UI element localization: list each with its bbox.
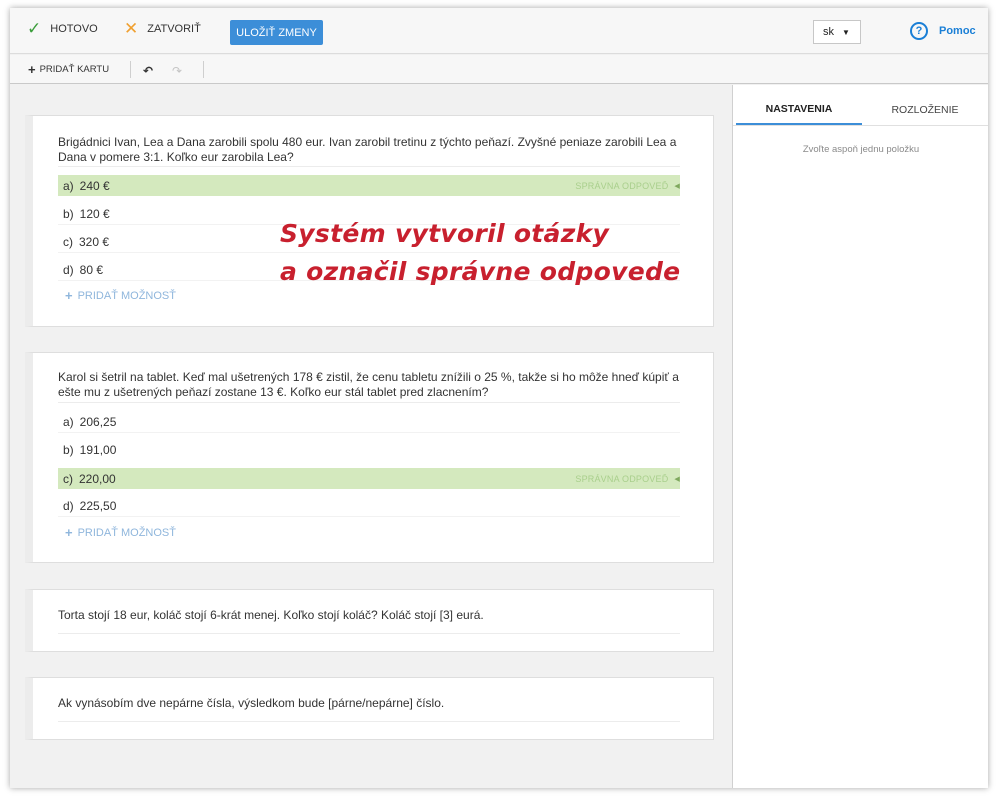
answer-option[interactable]: d) 225,50 [58, 495, 680, 516]
divider [58, 633, 680, 634]
add-option-label: PRIDAŤ MOŽNOSŤ [77, 527, 176, 539]
language-value: sk [823, 26, 834, 38]
answer-letter: b) [63, 442, 74, 457]
app-window: ✓ HOTOVO ✕ ZATVORIŤ ULOŽIŤ ZMENY sk ▼ ? … [10, 8, 988, 788]
card-list: Brigádnici Ivan, Lea a Dana zarobili spo… [10, 85, 732, 788]
answer-text[interactable]: 206,25 [80, 415, 117, 429]
answer-letter: a) [63, 414, 74, 429]
help-label: Pomoc [939, 25, 976, 37]
answer-letter: c) [63, 234, 73, 249]
answer-text[interactable]: 240 € [80, 179, 110, 193]
plus-icon: + [65, 525, 73, 540]
tab-settings[interactable]: NASTAVENIA [736, 95, 862, 125]
check-icon: ✓ [27, 19, 42, 38]
answer-option[interactable]: b) 191,00 [58, 439, 680, 460]
answer-option[interactable]: a) 240 € SPRÁVNA ODPOVEĎ ◀ [58, 175, 680, 196]
plus-icon: + [65, 288, 73, 303]
help-link[interactable]: ? Pomoc [910, 22, 976, 40]
question-card-2[interactable]: Karol si šetril na tablet. Keď mal ušetr… [25, 352, 714, 563]
answer-letter: d) [63, 498, 74, 513]
answer-text[interactable]: 225,50 [80, 499, 117, 513]
close-icon: ✕ [124, 19, 139, 38]
divider [58, 721, 680, 722]
toolbar-divider [203, 61, 204, 78]
answer-option[interactable]: a) 206,25 [58, 411, 680, 432]
top-bar: ✓ HOTOVO ✕ ZATVORIŤ ULOŽIŤ ZMENY sk ▼ ? … [10, 8, 988, 54]
toolbar-divider [130, 61, 131, 78]
help-icon: ? [910, 22, 928, 40]
add-option-button[interactable]: + PRIDAŤ MOŽNOSŤ [65, 525, 176, 540]
correct-answer-label: SPRÁVNA ODPOVEĎ [575, 180, 669, 191]
close-label: ZATVORIŤ [147, 23, 201, 35]
annotation-line-1: Systém vytvoril otázky [280, 219, 610, 248]
handwritten-annotation: Systém vytvoril otázky a označil správne… [280, 215, 680, 291]
add-option-button[interactable]: + PRIDAŤ MOŽNOSŤ [65, 288, 176, 303]
annotation-line-2: a označil správne odpovede [280, 257, 681, 286]
done-label: HOTOVO [50, 23, 98, 35]
add-card-label: PRIDAŤ KARTU [39, 64, 110, 75]
add-card-button[interactable]: + PRIDAŤ KARTU [28, 61, 110, 77]
caret-down-icon: ▼ [842, 27, 850, 37]
add-option-label: PRIDAŤ MOŽNOSŤ [77, 290, 176, 302]
answer-letter: b) [63, 206, 74, 221]
answer-text[interactable]: 320 € [79, 235, 109, 249]
question-text[interactable]: Karol si šetril na tablet. Keď mal ušetr… [58, 370, 698, 400]
answer-text[interactable]: 80 € [80, 263, 103, 277]
undo-icon[interactable]: ↶ [143, 64, 153, 78]
answer-letter: d) [63, 262, 74, 277]
answer-text[interactable]: 220,00 [79, 472, 116, 486]
properties-panel: NASTAVENIA ROZLOŽENIE Zvoľte aspoň jednu… [732, 85, 988, 788]
answer-text[interactable]: 191,00 [80, 443, 117, 457]
tab-layout[interactable]: ROZLOŽENIE [862, 95, 988, 125]
language-select[interactable]: sk ▼ [813, 20, 861, 44]
question-text[interactable]: Brigádnici Ivan, Lea a Dana zarobili spo… [58, 135, 698, 165]
answer-text[interactable]: 120 € [80, 207, 110, 221]
correct-answer-label: SPRÁVNA ODPOVEĎ [575, 473, 669, 484]
close-button[interactable]: ✕ ZATVORIŤ [124, 19, 201, 38]
answer-letter: c) [63, 471, 73, 486]
done-button[interactable]: ✓ HOTOVO [27, 19, 98, 38]
answer-divider [58, 516, 680, 517]
question-text[interactable]: Ak vynásobím dve nepárne čísla, výsledko… [58, 696, 698, 711]
caret-left-icon: ◀ [674, 475, 680, 483]
correct-answer-tag: SPRÁVNA ODPOVEĎ ◀ [575, 181, 680, 191]
question-text[interactable]: Torta stojí 18 eur, koláč stojí 6-krát m… [58, 608, 698, 623]
answer-option[interactable]: c) 220,00 SPRÁVNA ODPOVEĎ ◀ [58, 468, 680, 489]
tab-divider [733, 125, 988, 126]
redo-icon[interactable]: ↷ [172, 64, 182, 78]
answer-divider [58, 432, 680, 433]
panel-hint: Zvoľte aspoň jednu položku [802, 144, 920, 155]
question-card-3[interactable]: Torta stojí 18 eur, koláč stojí 6-krát m… [25, 589, 714, 652]
card-toolbar: + PRIDAŤ KARTU ↶ ↷ [10, 55, 988, 84]
save-button[interactable]: ULOŽIŤ ZMENY [230, 20, 323, 45]
answer-letter: a) [63, 178, 74, 193]
caret-left-icon: ◀ [674, 182, 680, 190]
correct-answer-tag: SPRÁVNA ODPOVEĎ ◀ [575, 474, 680, 484]
plus-icon: + [28, 61, 36, 77]
question-card-4[interactable]: Ak vynásobím dve nepárne čísla, výsledko… [25, 677, 714, 740]
divider [58, 166, 680, 167]
divider [58, 402, 680, 403]
